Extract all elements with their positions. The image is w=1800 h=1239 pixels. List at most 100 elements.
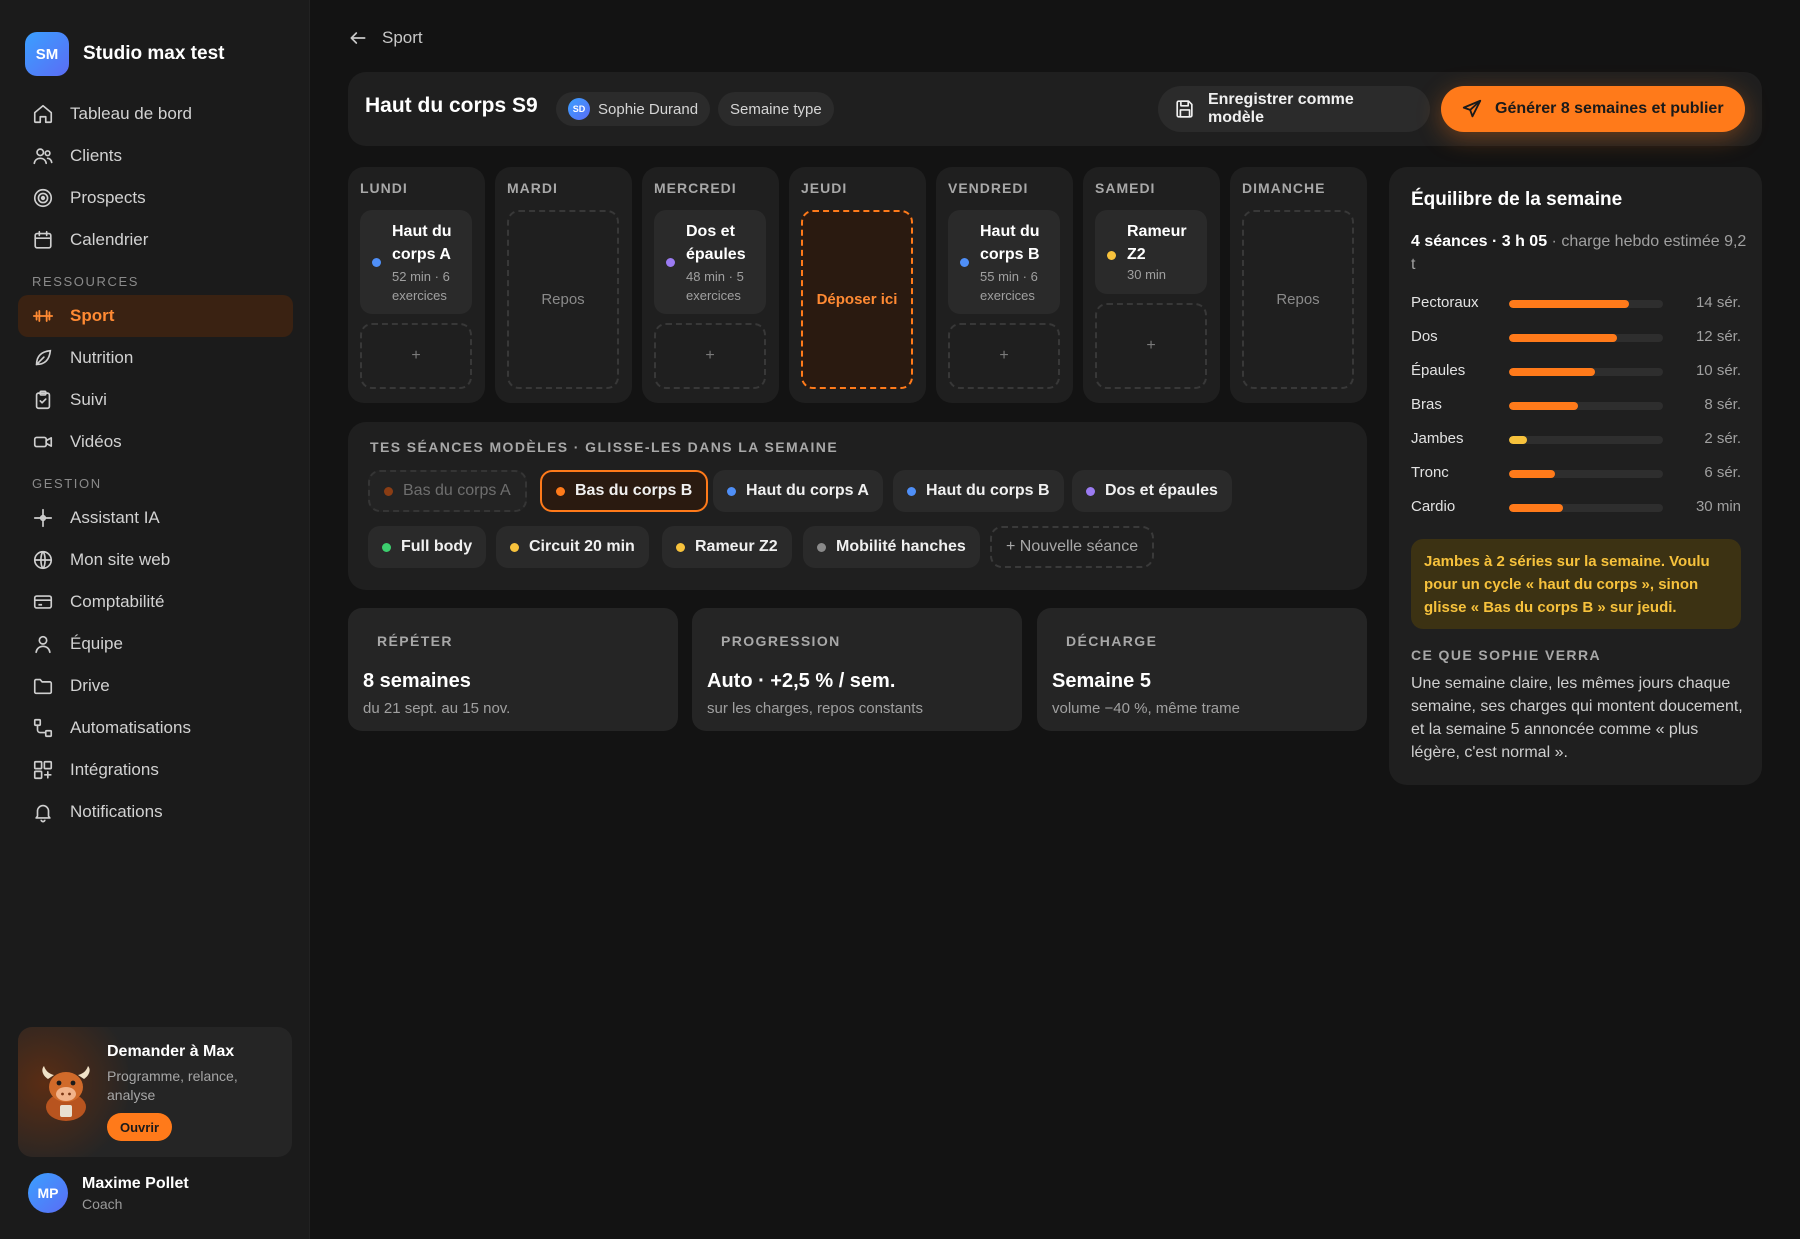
avatar: MP — [28, 1173, 68, 1213]
muscle-bar-fill — [1509, 368, 1596, 376]
template-pill[interactable]: Rameur Z2 — [662, 526, 792, 568]
add-session-slot[interactable]: + — [654, 323, 766, 389]
nav-item-website[interactable]: Mon site web — [18, 539, 293, 581]
open-assistant-button[interactable]: Ouvrir — [107, 1113, 173, 1141]
template-label: Circuit 20 min — [529, 538, 635, 555]
sparkle-icon — [33, 508, 53, 528]
nav-item-drive[interactable]: Drive — [18, 665, 293, 707]
template-color-dot — [556, 486, 565, 496]
nav-item-notifications[interactable]: Notifications — [18, 791, 293, 833]
stat-value: Auto · +2,5 % / sem. — [707, 670, 896, 692]
template-pill[interactable]: Haut du corps A — [713, 470, 883, 512]
nav-section-resources: RESSOURCES — [32, 274, 140, 289]
muscle-bar-fill — [1509, 470, 1556, 478]
session-card[interactable]: Haut du corps B 55 min · 6 exercices — [948, 210, 1060, 314]
template-color-dot — [727, 486, 736, 496]
save-icon — [1176, 100, 1193, 118]
nav-item-label: Mon site web — [70, 550, 171, 569]
template-label: Mobilité hanches — [836, 538, 966, 555]
arrow-left-icon — [350, 32, 366, 44]
nav-item-tracking[interactable]: Suivi — [18, 379, 293, 421]
nav-item-automations[interactable]: Automatisations — [18, 707, 293, 749]
save-as-template-button[interactable]: Enregistrer comme modèle — [1158, 86, 1430, 132]
session-meta: 55 min · 6 exercices — [980, 269, 1038, 303]
nav-section-management: GESTION — [32, 476, 102, 491]
balance-warning: Jambes à 2 séries sur la semaine. Voulu … — [1411, 539, 1741, 629]
calendar-icon — [34, 230, 52, 249]
session-title: Haut du corps B — [980, 223, 1040, 263]
template-pill[interactable]: Circuit 20 min — [496, 526, 649, 568]
template-pill[interactable]: Mobilité hanches — [803, 526, 980, 568]
muscle-bar-row: Cardio 30 min — [1411, 498, 1741, 518]
nav-item-team[interactable]: Équipe — [18, 623, 293, 665]
template-pill-selected[interactable]: Bas du corps B — [540, 470, 709, 512]
user-role: Coach — [82, 1195, 123, 1212]
template-label: Haut du corps B — [926, 482, 1050, 499]
client-chip[interactable]: SD Sophie Durand — [556, 92, 711, 126]
template-pill[interactable]: Full body — [368, 526, 487, 568]
rest-day-slot[interactable]: Repos — [507, 210, 619, 389]
muscle-bar-track — [1509, 436, 1663, 444]
week-type-chip[interactable]: Semaine type — [718, 92, 834, 126]
template-label: Dos et épaules — [1105, 482, 1218, 499]
user-profile[interactable]: MP Maxime Pollet Coach — [28, 1173, 189, 1213]
session-card[interactable]: Dos et épaules 48 min · 5 exercices — [654, 210, 766, 314]
nav-item-dashboard[interactable]: Tableau de bord — [18, 93, 293, 135]
template-color-dot — [817, 542, 826, 552]
session-card[interactable]: Rameur Z2 30 min — [1095, 210, 1207, 294]
nav-item-accounting[interactable]: Comptabilité — [18, 581, 293, 623]
nav-item-label: Drive — [70, 676, 110, 695]
day-column-tuesday: MARDI Repos — [495, 167, 632, 403]
nav-item-label: Intégrations — [70, 760, 159, 779]
day-column-thursday: JEUDI Déposer ici — [789, 167, 926, 403]
rest-day-slot[interactable]: Repos — [1242, 210, 1354, 389]
new-session-button[interactable]: + Nouvelle séance — [990, 526, 1155, 568]
template-pill[interactable]: Dos et épaules — [1072, 470, 1232, 512]
add-session-slot[interactable]: + — [948, 323, 1060, 389]
nav-item-clients[interactable]: Clients — [18, 135, 293, 177]
muscle-bar-fill — [1509, 300, 1630, 308]
stat-label: RÉPÉTER — [377, 633, 453, 649]
nav-item-label: Prospects — [70, 188, 146, 207]
day-column-friday: VENDREDI Haut du corps B 55 min · 6 exer… — [936, 167, 1073, 403]
nav-item-integrations[interactable]: Intégrations — [18, 749, 293, 791]
generate-and-publish-button[interactable]: Générer 8 semaines et publier — [1441, 86, 1745, 132]
bull-mascot-icon — [42, 1066, 90, 1121]
brand-name: Studio max test — [83, 43, 225, 64]
nav-item-nutrition[interactable]: Nutrition — [18, 337, 293, 379]
add-session-slot[interactable]: + — [360, 323, 472, 389]
credit-card-icon — [33, 595, 53, 609]
page-title: Haut du corps S9 — [365, 94, 538, 117]
nav-item-label: Sport — [70, 306, 115, 325]
week-balance-panel: Équilibre de la semaine 4 séances · 3 h … — [1389, 167, 1762, 785]
users-icon — [33, 148, 53, 165]
plan-header: Haut du corps S9 SD Sophie Durand Semain… — [348, 72, 1762, 146]
back-link[interactable]: Sport — [348, 28, 423, 48]
session-card[interactable]: Haut du corps A 52 min · 6 exercices — [360, 210, 472, 314]
back-link-label: Sport — [382, 28, 423, 47]
brand[interactable]: SM Studio max test — [25, 32, 224, 76]
nav-item-calendar[interactable]: Calendrier — [18, 219, 293, 261]
template-color-dot — [907, 486, 916, 496]
muscle-bar-fill — [1509, 334, 1617, 342]
stat-card-progression[interactable]: PROGRESSION Auto · +2,5 % / sem. sur les… — [692, 608, 1022, 731]
nav-item-videos[interactable]: Vidéos — [18, 421, 293, 463]
template-pill[interactable]: Bas du corps A — [368, 470, 527, 512]
drop-zone[interactable]: Déposer ici — [801, 210, 913, 389]
muscle-name: Dos — [1411, 328, 1438, 345]
nav-item-sport[interactable]: Sport — [18, 295, 293, 337]
nav-item-label: Tableau de bord — [70, 104, 192, 123]
nav-item-prospects[interactable]: Prospects — [18, 177, 293, 219]
template-label: Bas du corps A — [403, 482, 511, 499]
leaf-icon — [35, 349, 52, 366]
template-pill[interactable]: Haut du corps B — [893, 470, 1064, 512]
nav-item-label: Notifications — [70, 802, 163, 821]
stat-card-deload[interactable]: DÉCHARGE Semaine 5 volume −40 %, même tr… — [1037, 608, 1367, 731]
add-session-slot[interactable]: + — [1095, 303, 1207, 389]
stat-card-repeat[interactable]: RÉPÉTER 8 semaines du 21 sept. au 15 nov… — [348, 608, 678, 731]
template-label: Bas du corps B — [575, 482, 693, 499]
nav-item-label: Assistant IA — [70, 508, 160, 527]
nav-item-ai-assistant[interactable]: Assistant IA — [18, 497, 293, 539]
clipboard-check-icon — [35, 390, 51, 410]
nav-item-label: Équipe — [70, 634, 123, 653]
